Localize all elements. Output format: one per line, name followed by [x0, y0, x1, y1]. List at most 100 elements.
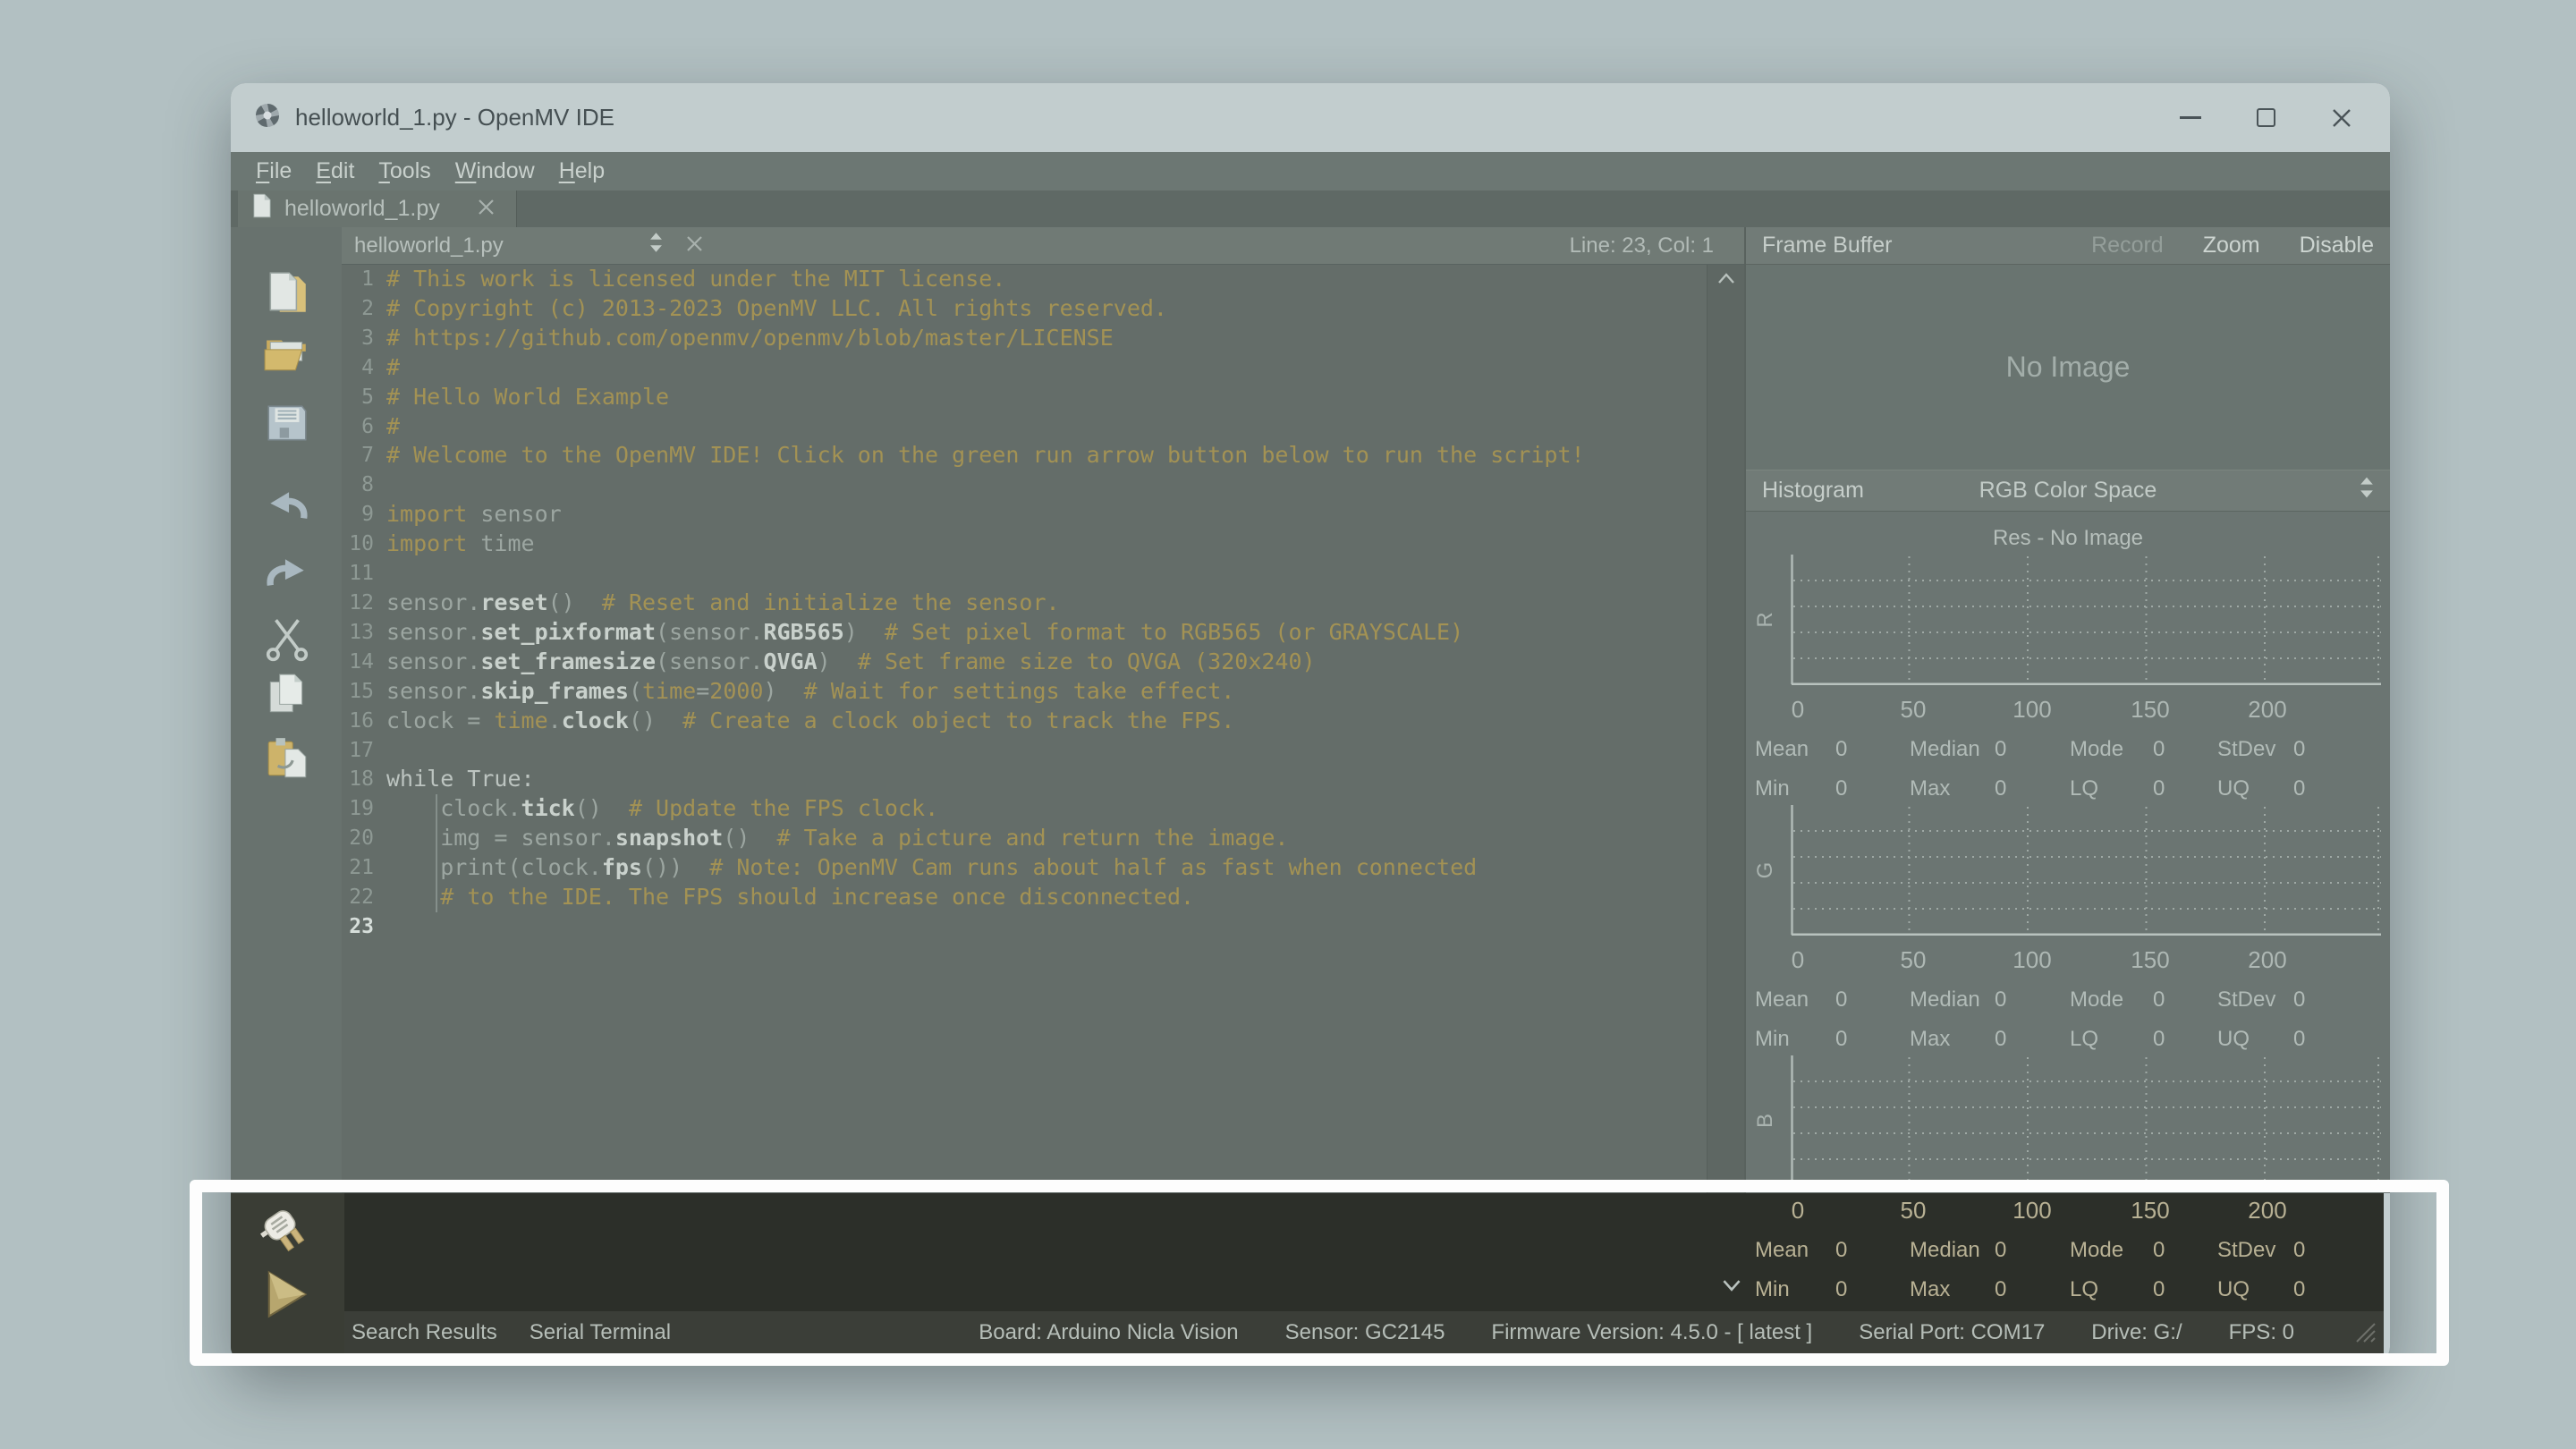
code-line[interactable]: 18while True:: [342, 765, 1707, 794]
stat-value: 0: [1835, 1238, 1847, 1263]
menu-item-tools[interactable]: Tools: [378, 158, 430, 184]
code-line[interactable]: 20 img = sensor.snapshot() # Take a pict…: [342, 824, 1707, 853]
stat-label: StDev: [2217, 737, 2275, 762]
tab-close-icon[interactable]: [478, 196, 495, 222]
tab-helloworld[interactable]: helloworld_1.py: [238, 191, 517, 227]
undo-icon[interactable]: [263, 485, 311, 533]
record-button: Record: [2091, 233, 2164, 258]
line-number: 19: [342, 794, 374, 824]
stat-label: Max: [1910, 1277, 1950, 1302]
run-arrow-icon[interactable]: [258, 1265, 315, 1322]
new-file-icon[interactable]: [263, 269, 311, 318]
axis-tick: 150: [2131, 1197, 2169, 1224]
doc-close-icon[interactable]: [686, 233, 703, 258]
status-tab-serial-terminal[interactable]: Serial Terminal: [530, 1320, 671, 1345]
cut-icon[interactable]: [263, 614, 311, 663]
code-line[interactable]: 2# Copyright (c) 2013-2023 OpenMV LLC. A…: [342, 294, 1707, 324]
bottom-toolbar: [231, 1193, 344, 1353]
channel-chart: [1791, 1055, 2381, 1186]
code-line[interactable]: 4#: [342, 353, 1707, 383]
colorspace-updown-icon[interactable]: [2360, 476, 2374, 505]
stat-value: 0: [2293, 1027, 2305, 1052]
code-line[interactable]: 17: [342, 736, 1707, 766]
zoom-button[interactable]: Zoom: [2203, 233, 2260, 258]
paste-icon[interactable]: [263, 734, 311, 783]
channel-chart: [1791, 555, 2381, 685]
code-line[interactable]: 12sensor.reset() # Reset and initialize …: [342, 589, 1707, 618]
stat-label: Mode: [2070, 1238, 2123, 1263]
code-line[interactable]: 13sensor.set_pixformat(sensor.RGB565) # …: [342, 618, 1707, 648]
menu-item-edit[interactable]: Edit: [316, 158, 354, 184]
code-line[interactable]: 5# Hello World Example: [342, 383, 1707, 412]
connect-plug-icon[interactable]: [258, 1204, 315, 1261]
code-line[interactable]: 10import time: [342, 530, 1707, 559]
status-info-item[interactable]: Board: Arduino Nicla Vision: [979, 1320, 1238, 1345]
copy-icon[interactable]: [263, 671, 311, 719]
combo-updown-icon[interactable]: [649, 232, 663, 259]
line-number: 23: [342, 912, 374, 942]
stat-label: LQ: [2070, 776, 2098, 801]
code-line[interactable]: 3# https://github.com/openmv/openmv/blob…: [342, 324, 1707, 353]
stats-row: Min0Max0LQ0UQ0: [1755, 776, 2381, 805]
axis-tick: 100: [2012, 1197, 2051, 1224]
color-space-select[interactable]: RGB Color Space: [1746, 478, 2390, 504]
menu-item-file[interactable]: File: [256, 158, 292, 184]
line-number: 6: [342, 412, 374, 442]
minimize-icon[interactable]: [2180, 116, 2201, 119]
indent-guide: [436, 794, 437, 912]
code-line[interactable]: 16clock = time.clock() # Create a clock …: [342, 707, 1707, 736]
maximize-icon[interactable]: [2257, 108, 2275, 127]
channel-axis: 050100150200: [1791, 696, 2381, 723]
code-line[interactable]: 6#: [342, 412, 1707, 442]
code-line[interactable]: 22 # to the IDE. The FPS should increase…: [342, 883, 1707, 912]
menu-item-window[interactable]: Window: [455, 158, 535, 184]
open-folder-icon[interactable]: [263, 329, 311, 377]
menu-item-help[interactable]: Help: [559, 158, 605, 184]
code-line[interactable]: 11: [342, 559, 1707, 589]
scroll-down-icon[interactable]: [1722, 1279, 1741, 1297]
status-info-item[interactable]: Drive: G:/: [2091, 1320, 2182, 1345]
stat-value: 0: [2293, 737, 2305, 762]
axis-tick: 100: [2012, 946, 2051, 974]
redo-icon[interactable]: [263, 552, 311, 600]
code-line[interactable]: 7# Welcome to the OpenMV IDE! Click on t…: [342, 441, 1707, 470]
stat-label: StDev: [2217, 1238, 2275, 1263]
stat-label: Mode: [2070, 987, 2123, 1013]
code-line[interactable]: 23: [342, 912, 1707, 942]
stat-label: Median: [1910, 1238, 1980, 1263]
openmv-ide-window: helloworld_1.py - OpenMV IDE FileEditToo…: [231, 83, 2390, 1361]
line-number: 21: [342, 853, 374, 883]
status-tab-search-results[interactable]: Search Results: [352, 1320, 497, 1345]
line-number: 4: [342, 353, 374, 383]
line-number: 2: [342, 294, 374, 324]
window-right-edge: [2384, 1193, 2390, 1353]
stats-row: Mean0Median0Mode0StDev0: [1755, 1238, 2381, 1267]
close-icon[interactable]: [2331, 107, 2352, 129]
resize-grip[interactable]: [2348, 1315, 2378, 1352]
axis-tick: 200: [2248, 946, 2286, 974]
status-info-item[interactable]: Firmware Version: 4.5.0 - [ latest ]: [1491, 1320, 1812, 1345]
stat-value: 0: [1835, 987, 1847, 1013]
stat-label: Min: [1755, 776, 1790, 801]
scroll-up-icon[interactable]: [1717, 272, 1735, 289]
status-info-item[interactable]: FPS: 0: [2229, 1320, 2294, 1345]
code-line[interactable]: 21 print(clock.fps()) # Note: OpenMV Cam…: [342, 853, 1707, 883]
stat-label: Max: [1910, 776, 1950, 801]
axis-tick: 150: [2131, 696, 2169, 724]
axis-tick: 100: [2012, 696, 2051, 724]
open-file-combo[interactable]: helloworld_1.py: [354, 233, 649, 258]
code-line[interactable]: 19 clock.tick() # Update the FPS clock.: [342, 794, 1707, 824]
code-line[interactable]: 8: [342, 470, 1707, 500]
code-line[interactable]: 9import sensor: [342, 500, 1707, 530]
line-number: 14: [342, 648, 374, 677]
stat-value: 0: [2293, 776, 2305, 801]
status-info-item[interactable]: Serial Port: COM17: [1859, 1320, 2045, 1345]
save-icon[interactable]: [263, 399, 311, 447]
disable-button[interactable]: Disable: [2300, 233, 2374, 258]
code-line[interactable]: 15sensor.skip_frames(time=2000) # Wait f…: [342, 677, 1707, 707]
status-info-item[interactable]: Sensor: GC2145: [1285, 1320, 1445, 1345]
histogram-channel-g: G 050100150200Mean0Median0Mode0StDev0Min…: [1746, 805, 2390, 1055]
code-line[interactable]: 14sensor.set_framesize(sensor.QVGA) # Se…: [342, 648, 1707, 677]
stat-value: 0: [2153, 776, 2165, 801]
code-line[interactable]: 1# This work is licensed under the MIT l…: [342, 265, 1707, 294]
